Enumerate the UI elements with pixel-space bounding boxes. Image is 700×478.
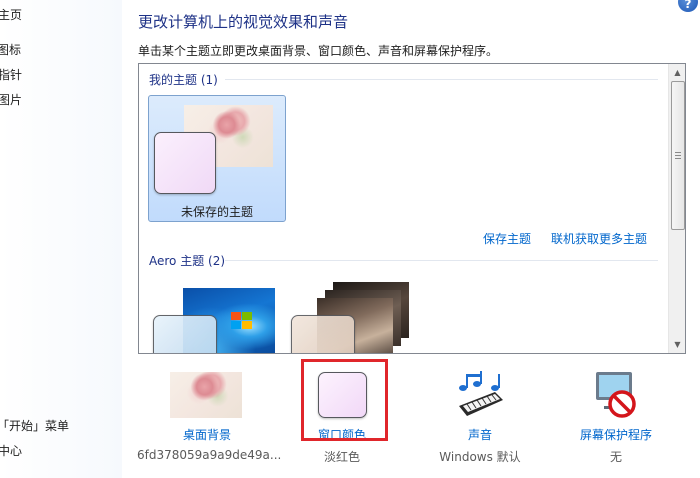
nav-link-mouse-pointers[interactable]: 指针 xyxy=(0,66,22,83)
nav-link-center-text: 中心 xyxy=(0,444,23,458)
theme-caption: 未保存的主题 xyxy=(180,205,253,219)
desktop-background-thumbnail xyxy=(170,372,242,418)
nav-link-account-picture[interactable]: 图片 xyxy=(0,91,22,108)
save-theme-link[interactable]: 保存主题 xyxy=(483,230,531,247)
help-icon[interactable]: ? xyxy=(678,0,698,12)
desktop-background-tile[interactable]: 桌面背景 6fd378059a9a9de49a... xyxy=(137,366,282,466)
group-header-aero-themes: Aero 主题 (2) xyxy=(149,254,226,268)
desktop-background-value: 6fd378059a9a9de49a... xyxy=(137,448,282,462)
highlight-annotation xyxy=(301,359,388,441)
window-color-swatch xyxy=(291,315,355,353)
nav-link-pointers-text: 指针 xyxy=(0,68,23,82)
left-nav-pane: 主页 图标 指针 图片 「开始」菜单 中心 xyxy=(0,0,122,478)
window-color-value: 淡红色 xyxy=(323,450,360,464)
desktop-background-label: 桌面背景 xyxy=(182,428,231,442)
sounds-value: Windows 默认 xyxy=(439,450,521,464)
sounds-label: 声音 xyxy=(467,428,492,442)
theme-item-unsaved[interactable]: 未保存的主题 xyxy=(148,95,286,222)
nav-link-icons-text: 图标 xyxy=(0,43,22,57)
group-divider xyxy=(225,260,658,261)
nav-link-ease-of-access[interactable]: 中心 xyxy=(0,442,22,459)
nav-link-picture-text: 图片 xyxy=(0,93,23,107)
screen-saver-tile[interactable]: 屏幕保护程序 无 xyxy=(556,366,676,466)
nav-link-home[interactable]: 主页 xyxy=(0,6,22,23)
no-screensaver-icon xyxy=(596,372,636,418)
help-icon-glyph: ? xyxy=(684,0,692,11)
grip-line xyxy=(675,152,681,153)
nav-link-start-menu-text: 「开始」菜单 xyxy=(0,419,70,433)
group-header-my-themes: 我的主题 (1) xyxy=(149,73,218,87)
screen-saver-value: 无 xyxy=(609,450,622,464)
music-keyboard-icon xyxy=(459,371,503,416)
sounds-tile[interactable]: 声音 Windows 默认 xyxy=(420,366,540,466)
theme-item-windows7[interactable] xyxy=(151,277,281,353)
window-color-swatch xyxy=(154,132,216,194)
screen-saver-label: 屏幕保护程序 xyxy=(579,428,652,442)
nav-link-start-menu[interactable]: 「开始」菜单 xyxy=(0,417,69,434)
grip-line xyxy=(675,158,681,159)
grip-line xyxy=(675,155,681,156)
window-color-swatch xyxy=(153,315,217,353)
nav-link-desktop-icons[interactable]: 图标 xyxy=(0,41,21,58)
group-divider xyxy=(225,79,658,80)
nav-link-home-text: 主页 xyxy=(0,8,23,22)
scrollbar-thumb[interactable] xyxy=(671,81,685,230)
page-subtitle: 单击某个主题立即更改桌面背景、窗口颜色、声音和屏幕保护程序。 xyxy=(138,44,499,58)
scroll-up-icon[interactable]: ▲ xyxy=(669,64,685,81)
theme-list[interactable]: 我的主题 (1) 未保存的主题 保存主题 联机获取更多主题 Aero 主题 (2… xyxy=(138,63,686,354)
scroll-down-icon[interactable]: ▼ xyxy=(669,336,685,353)
vertical-scrollbar[interactable]: ▲ ▼ xyxy=(668,64,685,353)
theme-item-architecture[interactable] xyxy=(289,277,419,353)
windows-logo-icon xyxy=(231,312,255,332)
page-title: 更改计算机上的视觉效果和声音 xyxy=(138,13,349,31)
get-more-themes-link[interactable]: 联机获取更多主题 xyxy=(551,230,647,247)
